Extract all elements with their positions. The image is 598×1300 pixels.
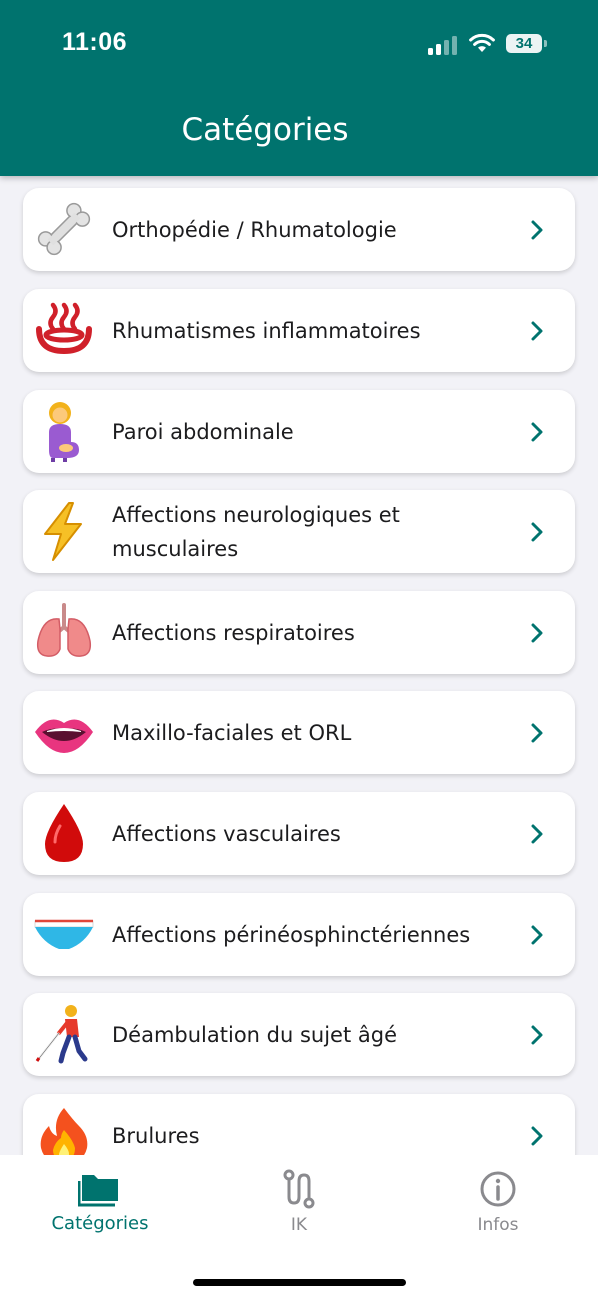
- status-time: 11:06: [62, 28, 128, 56]
- chevron-right-icon: [531, 220, 543, 240]
- route-icon: [283, 1169, 315, 1209]
- info-icon: [480, 1171, 516, 1207]
- category-label: Maxillo-faciales et ORL: [112, 720, 352, 745]
- home-indicator[interactable]: [193, 1279, 406, 1286]
- chevron-right-icon: [531, 422, 543, 442]
- tab-label: IK: [290, 1215, 308, 1235]
- tab-label: Infos: [477, 1215, 519, 1235]
- page-title: Catégories: [181, 112, 349, 148]
- lightning-icon: [33, 500, 95, 562]
- category-item-maxillo-faciales[interactable]: Maxillo-faciales et ORL: [23, 691, 575, 774]
- category-item-rhumatismes[interactable]: Rhumatismes inflammatoires: [23, 289, 575, 372]
- chevron-right-icon: [531, 925, 543, 945]
- category-label: Déambulation du sujet âgé: [112, 1022, 398, 1047]
- bone-icon: [33, 198, 95, 260]
- category-label: Affections périnéosphinctériennes: [112, 922, 471, 947]
- chevron-right-icon: [531, 321, 543, 341]
- category-item-paroi-abdominale[interactable]: Paroi abdominale: [23, 390, 575, 473]
- drop-of-blood-icon: [33, 802, 95, 864]
- wifi-icon: [469, 33, 495, 52]
- chevron-right-icon: [531, 723, 543, 743]
- category-item-orthopedie[interactable]: Orthopédie / Rhumatologie: [23, 188, 575, 271]
- chevron-right-icon: [531, 522, 543, 542]
- battery-tip: [544, 40, 547, 47]
- category-item-vasculaires[interactable]: Affections vasculaires: [23, 792, 575, 875]
- hot-springs-icon: [33, 299, 95, 361]
- person-with-cane-icon: [33, 1003, 95, 1065]
- tab-infos[interactable]: Infos: [398, 1155, 598, 1255]
- category-label: Paroi abdominale: [112, 419, 294, 444]
- category-label: Brulures: [112, 1123, 200, 1148]
- category-label: Rhumatismes inflammatoires: [112, 318, 421, 343]
- mouth-icon: [33, 701, 95, 763]
- tab-categories[interactable]: Catégories: [0, 1155, 200, 1255]
- category-label: Affections respiratoires: [112, 620, 355, 645]
- battery-icon: 34: [506, 34, 542, 53]
- briefs-icon: [33, 903, 95, 965]
- category-item-respiratoires[interactable]: Affections respiratoires: [23, 591, 575, 674]
- category-item-deambulation[interactable]: Déambulation du sujet âgé: [23, 993, 575, 1076]
- signal-icon: [428, 35, 460, 55]
- category-item-brulures[interactable]: Brulures: [23, 1094, 575, 1155]
- fire-icon: [33, 1104, 95, 1155]
- folder-icon: [78, 1175, 118, 1207]
- category-label: Orthopédie / Rhumatologie: [112, 217, 397, 242]
- category-item-neurologiques[interactable]: Affections neurologiques et musculaires: [23, 490, 575, 573]
- chevron-right-icon: [531, 824, 543, 844]
- category-label: Affections vasculaires: [112, 821, 341, 846]
- app-header: 11:06 34 Catégories: [0, 0, 598, 176]
- category-item-perineosphincteriennes[interactable]: Affections périnéosphinctériennes: [23, 893, 575, 976]
- category-label: Affections neurologiques et musculaires: [112, 502, 400, 561]
- tab-label: Catégories: [51, 1213, 149, 1234]
- chevron-right-icon: [531, 1025, 543, 1045]
- chevron-right-icon: [531, 623, 543, 643]
- pregnant-woman-icon: [33, 400, 95, 462]
- tab-ik[interactable]: IK: [199, 1155, 399, 1255]
- chevron-right-icon: [531, 1126, 543, 1146]
- category-list[interactable]: Orthopédie / Rhumatologie Rhumatismes in…: [0, 176, 598, 1155]
- lungs-icon: [33, 601, 95, 663]
